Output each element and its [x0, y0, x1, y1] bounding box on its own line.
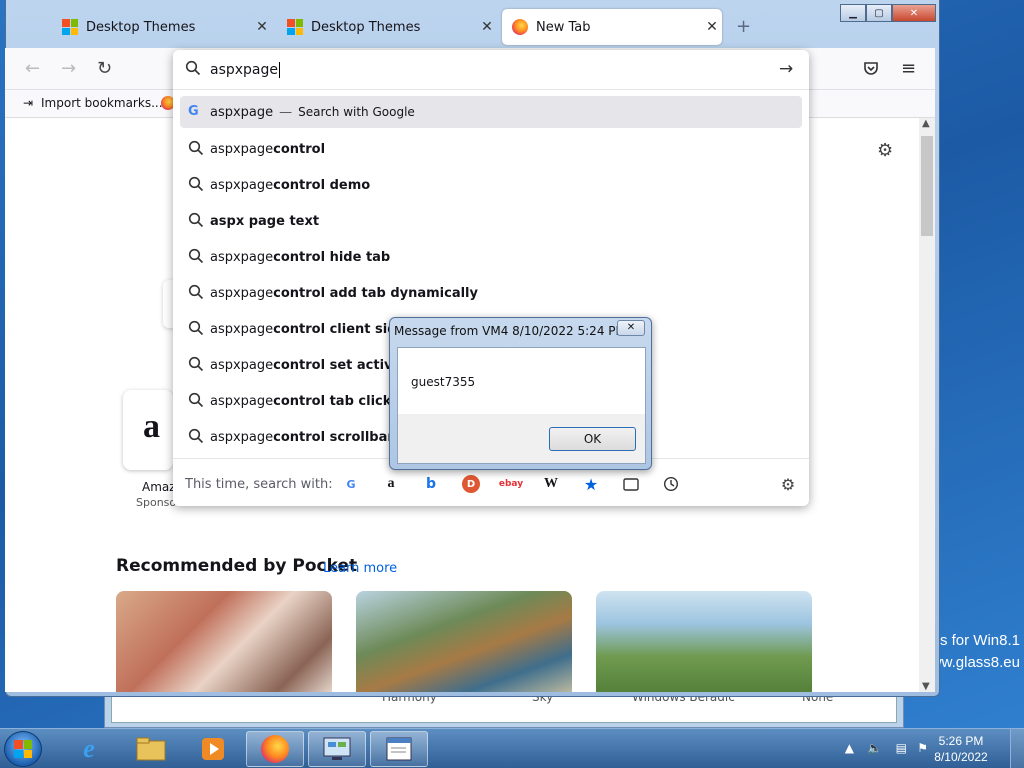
ebay-icon[interactable]: ebay [499, 475, 523, 493]
start-button[interactable] [4, 731, 42, 767]
taskbar: e ▲ 🔈 ▤ ⚑ 5:26 PM 8/10/2022 [0, 728, 1024, 768]
suggestion-text: aspxpage [210, 104, 274, 120]
volume-muted-icon[interactable]: 🔈 [867, 741, 882, 755]
maximize-button[interactable]: ▢ [866, 4, 892, 22]
pocket-icon[interactable] [863, 60, 879, 80]
go-arrow-icon[interactable]: → [779, 59, 793, 79]
scroll-down-icon[interactable]: ▼ [922, 681, 930, 692]
clock-time: 5:26 PM [938, 734, 984, 748]
dialog-close-button[interactable]: ✕ [617, 320, 645, 336]
search-icon [185, 60, 201, 80]
import-bookmarks-link[interactable]: Import bookmarks... [41, 96, 163, 110]
amazon-logo-icon: a [143, 408, 160, 445]
history-clock-icon[interactable] [662, 475, 680, 493]
search-icon [188, 392, 204, 412]
suggestion-item[interactable]: aspxpage control demo [180, 169, 802, 201]
pocket-card-image[interactable] [116, 591, 332, 692]
close-icon[interactable]: ✕ [702, 19, 722, 35]
windows-logo-icon [14, 740, 32, 758]
close-window-button[interactable]: ✕ [892, 4, 936, 22]
search-icon [188, 212, 204, 232]
ok-button[interactable]: OK [549, 427, 636, 451]
windows-logo-icon [287, 19, 303, 35]
forward-arrow-icon[interactable]: → [61, 58, 76, 79]
show-hidden-icons-icon[interactable]: ▲ [845, 741, 854, 755]
text-caret [279, 62, 281, 78]
search-icon [188, 320, 204, 340]
shortcut-sponsored-label: Sponso [136, 496, 177, 509]
dialog-message-area: guest7355 [398, 348, 645, 414]
control-panel-taskbar-icon[interactable] [308, 731, 366, 767]
internet-explorer-taskbar-icon[interactable]: e [60, 731, 118, 767]
pocket-heading: Recommended by Pocket [116, 556, 358, 576]
pocket-card-image[interactable] [596, 591, 812, 692]
suggestion-search-google[interactable]: G aspxpage — Search with Google [180, 96, 802, 128]
tab-new-tab[interactable]: New Tab ✕ [502, 9, 722, 45]
search-icon [188, 356, 204, 376]
tab-desktop-themes-2[interactable]: Desktop Themes ✕ [277, 9, 497, 45]
back-arrow-icon[interactable]: ← [25, 58, 40, 79]
reload-icon[interactable]: ↻ [97, 58, 112, 79]
tab-title: Desktop Themes [311, 19, 421, 35]
scrollbar-thumb[interactable] [921, 136, 933, 236]
caption-buttons: ▁ ▢ ✕ [840, 4, 936, 22]
suggestion-item[interactable]: aspxpage control add tab dynamically [180, 277, 802, 309]
firefox-icon [512, 19, 528, 35]
wikipedia-icon[interactable]: W [542, 475, 560, 493]
search-settings-gear-icon[interactable]: ⚙ [779, 475, 797, 494]
suggestion-item[interactable]: aspxpage control hide tab [180, 241, 802, 273]
shortcut-label: Amaz [142, 480, 176, 494]
bing-icon[interactable]: b [422, 475, 440, 493]
google-icon: G [188, 104, 199, 119]
dialog-title: Message from VM4 8/10/2022 5:24 PM [394, 324, 626, 338]
suggestion-action: Search with Google [298, 105, 415, 119]
tab-title: Desktop Themes [86, 19, 196, 35]
firefox-taskbar-icon[interactable] [246, 731, 304, 767]
menu-hamburger-icon[interactable]: ≡ [901, 58, 916, 79]
tabs-icon[interactable] [622, 475, 640, 493]
close-icon[interactable]: ✕ [477, 19, 497, 35]
new-tab-plus-icon[interactable]: + [736, 16, 751, 37]
search-with-label: This time, search with: [185, 477, 333, 492]
search-icon [188, 176, 204, 196]
clock[interactable]: 5:26 PM 8/10/2022 [926, 733, 996, 765]
gear-icon[interactable]: ⚙ [877, 140, 893, 161]
search-icon [188, 248, 204, 268]
document-window-taskbar-icon[interactable] [370, 731, 428, 767]
desktop-watermark-line1: s for Win8.1 [939, 632, 1020, 649]
shortcut-tile-amazon[interactable]: a [123, 390, 173, 470]
search-icon [188, 284, 204, 304]
url-input[interactable]: aspxpage → [173, 50, 809, 90]
dialog-body: guest7355 OK [397, 347, 646, 464]
duckduckgo-icon[interactable]: D [462, 475, 480, 493]
page-scrollbar[interactable]: ▲ ▼ [919, 118, 935, 692]
pocket-card-image[interactable] [356, 591, 572, 692]
clock-date: 8/10/2022 [934, 750, 988, 764]
google-icon[interactable]: G [342, 475, 360, 493]
suggestion-item[interactable]: aspx page text [180, 205, 802, 237]
dialog-message: guest7355 [411, 375, 476, 389]
network-icon[interactable]: ▤ [896, 741, 907, 755]
import-icon: ⇥ [23, 96, 34, 110]
close-icon[interactable]: ✕ [252, 19, 272, 35]
show-desktop-button[interactable] [1010, 729, 1024, 768]
windows-logo-icon [62, 19, 78, 35]
bookmarks-star-icon[interactable]: ★ [582, 475, 600, 494]
media-player-taskbar-icon[interactable] [184, 731, 242, 767]
url-text: aspxpage [210, 62, 279, 78]
explorer-folder-taskbar-icon[interactable] [122, 731, 180, 767]
message-dialog: Message from VM4 8/10/2022 5:24 PM ✕ gue… [389, 317, 652, 470]
search-icon [188, 140, 204, 160]
amazon-icon[interactable]: a [382, 475, 400, 493]
tab-desktop-themes-1[interactable]: Desktop Themes ✕ [52, 9, 272, 45]
tab-title: New Tab [536, 19, 591, 35]
search-icon [188, 428, 204, 448]
suggestion-item[interactable]: aspxpage control [180, 133, 802, 165]
learn-more-link[interactable]: Learn more [323, 561, 397, 576]
scroll-up-icon[interactable]: ▲ [922, 118, 930, 129]
minimize-button[interactable]: ▁ [840, 4, 866, 22]
